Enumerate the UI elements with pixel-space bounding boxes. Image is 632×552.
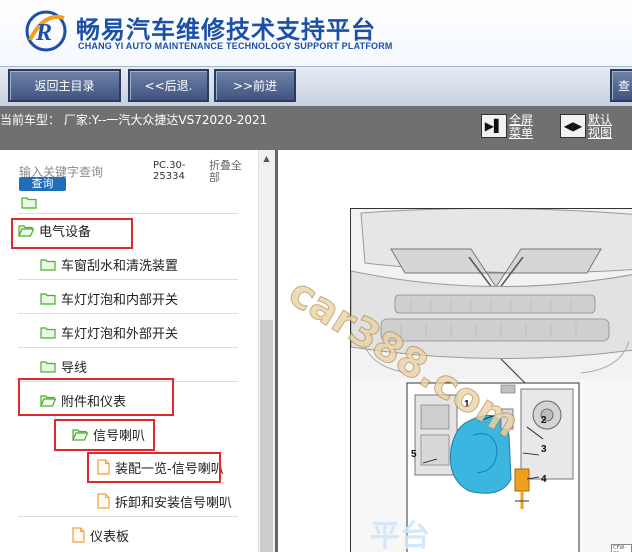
forward-button[interactable]: >>前进 bbox=[214, 69, 296, 102]
tree-item-label: 车窗刮水和清洗装置 bbox=[61, 258, 179, 274]
watermark-text-2: 平台 bbox=[370, 519, 430, 552]
header-banner: R 畅易汽车维修技术支持平台 CHANG YI AUTO MAINTENANCE… bbox=[0, 0, 632, 66]
fullscreen-menu-button[interactable]: ▶▌ 全屏菜单 bbox=[481, 114, 535, 140]
document-icon bbox=[72, 527, 85, 543]
highlight-box bbox=[54, 419, 155, 451]
tree-item-wiring[interactable]: 导线 bbox=[40, 356, 87, 376]
tree-item-exterior-lights[interactable]: 车灯灯泡和外部开关 bbox=[40, 322, 178, 342]
row-divider bbox=[18, 516, 238, 517]
diagram-viewer: 1 2 3 4 5 car388.com 平台 CFW-20 bbox=[278, 150, 632, 552]
highlight-box bbox=[18, 378, 174, 416]
pc-code-label: PC.30-25334 bbox=[153, 160, 186, 182]
tree-item-label: 车灯灯泡和外部开关 bbox=[61, 326, 179, 342]
default-view-label[interactable]: 默认视图 bbox=[588, 114, 614, 140]
row-divider bbox=[18, 279, 238, 280]
scrollbar-thumb[interactable] bbox=[260, 320, 273, 552]
row-divider bbox=[18, 313, 238, 314]
folder-icon bbox=[40, 326, 56, 339]
default-view-button[interactable]: ◀▶ 默认视图 bbox=[560, 114, 614, 140]
folder-icon bbox=[21, 197, 37, 209]
folder-icon bbox=[40, 258, 56, 271]
scroll-up-arrow-icon[interactable]: ▲ bbox=[261, 152, 272, 164]
search-button[interactable]: 查询 bbox=[19, 177, 66, 191]
watermark: car388.com 平台 bbox=[280, 269, 528, 552]
diagram-code: CFW-20 bbox=[611, 544, 632, 552]
query-button[interactable]: 查 bbox=[610, 69, 632, 102]
tree-item-horn-removal[interactable]: 拆卸和安装信号喇叭 bbox=[97, 491, 232, 511]
row-divider bbox=[18, 213, 238, 214]
tree-item-dashboard[interactable]: 仪表板 bbox=[72, 525, 129, 545]
default-view-icon: ◀▶ bbox=[560, 114, 586, 138]
highlight-box bbox=[11, 218, 133, 249]
home-button[interactable]: 返回主目录 bbox=[8, 69, 121, 102]
tree-item-label: 拆卸和安装信号喇叭 bbox=[115, 495, 233, 511]
tree-item-interior-lights[interactable]: 车灯灯泡和内部开关 bbox=[40, 288, 178, 308]
back-button[interactable]: <<后退. bbox=[128, 69, 209, 102]
row-divider bbox=[18, 347, 238, 348]
svg-text:R: R bbox=[35, 20, 52, 46]
folder-icon bbox=[40, 292, 56, 305]
sidebar-tree: 输入关键字查询 查询 PC.30-25334 折叠全部 电气设备 车窗刮水和清洗… bbox=[0, 150, 258, 552]
fullscreen-menu-label[interactable]: 全屏菜单 bbox=[509, 114, 535, 140]
watermark-text: car388.com bbox=[281, 269, 528, 447]
tree-item-label: 车灯灯泡和内部开关 bbox=[61, 292, 179, 308]
app-window: R 畅易汽车维修技术支持平台 CHANG YI AUTO MAINTENANCE… bbox=[0, 0, 632, 552]
brand-title: 畅易汽车维修技术支持平台 bbox=[76, 16, 376, 44]
document-icon bbox=[97, 493, 110, 509]
tree-item-label: 导线 bbox=[61, 360, 88, 376]
folder-icon bbox=[40, 360, 56, 373]
brand-subtitle: CHANG YI AUTO MAINTENANCE TECHNOLOGY SUP… bbox=[78, 41, 393, 51]
fullscreen-icon: ▶▌ bbox=[481, 114, 507, 138]
tree-item-label: 仪表板 bbox=[90, 529, 130, 545]
highlight-box bbox=[87, 452, 221, 483]
tree-item-wiper[interactable]: 车窗刮水和清洗装置 bbox=[40, 254, 178, 274]
current-model-label: 当前车型： 厂家:Y--一汽大众捷达VS72020-2021 bbox=[0, 113, 268, 127]
fold-all-link[interactable]: 折叠全部 bbox=[209, 160, 249, 184]
toolbar: 返回主目录 <<后退. >>前进 查 bbox=[0, 66, 632, 106]
cy-logo-icon: R bbox=[25, 10, 67, 52]
info-bar: 当前车型： 厂家:Y--一汽大众捷达VS72020-2021 ▶▌ 全屏菜单 ◀… bbox=[0, 106, 632, 150]
